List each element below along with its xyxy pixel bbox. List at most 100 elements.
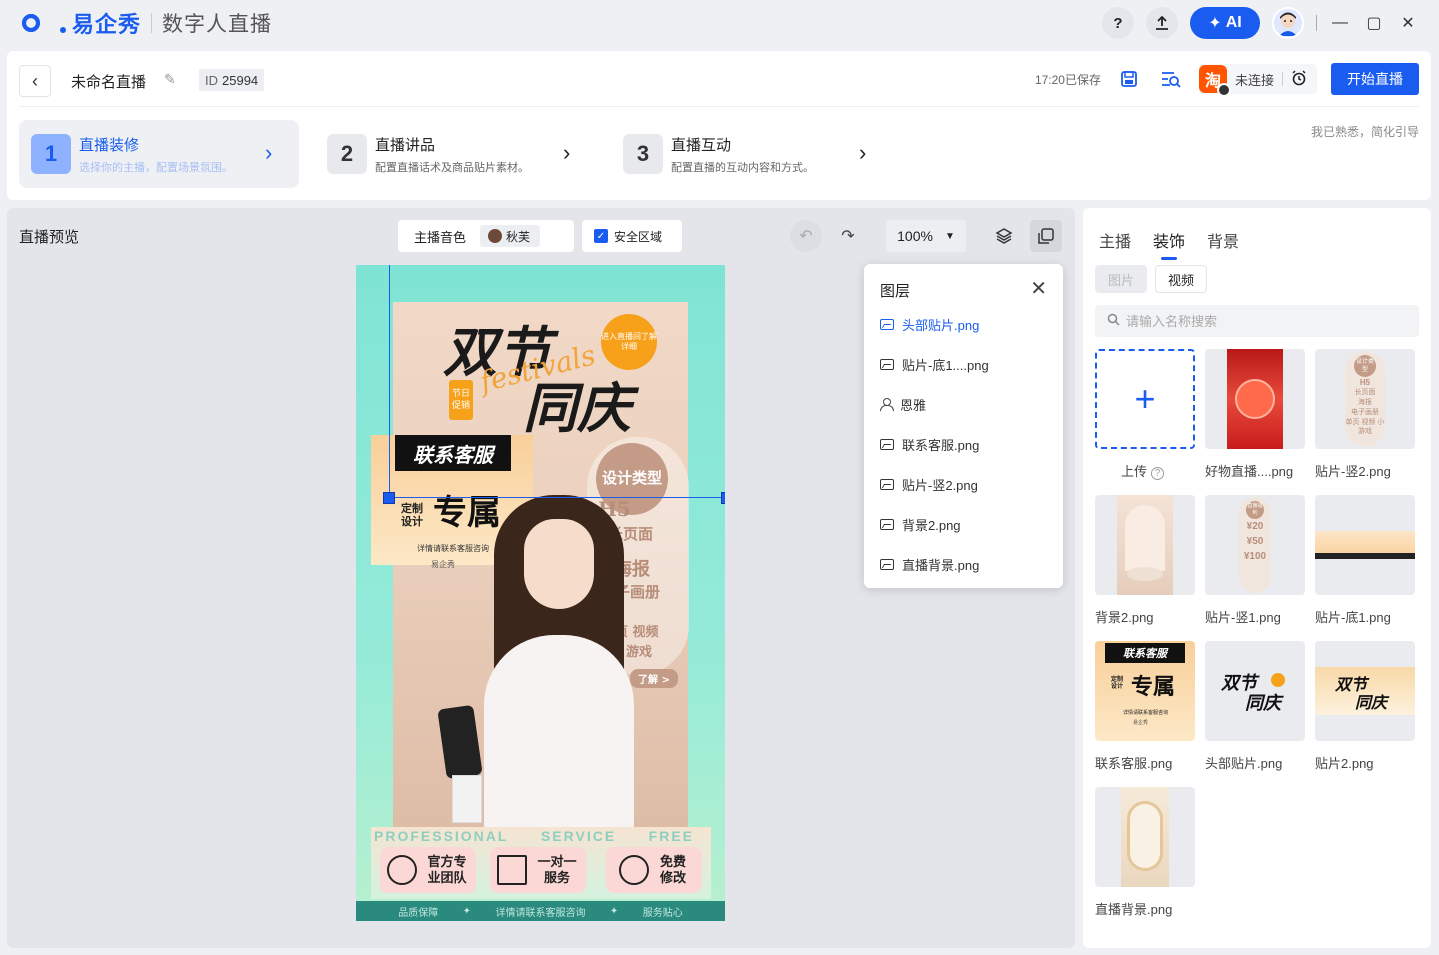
asset-item[interactable]: 设计类型 H5 长页面 海报 电子画册 单页 视频 小游戏 贴片-竖2.png [1315, 349, 1415, 480]
asset-thumbnail [1315, 495, 1415, 595]
chevron-right-icon: › [265, 140, 273, 165]
layer-item[interactable]: 背景2.png [880, 514, 961, 534]
phone-stand-prop [452, 775, 482, 823]
service-brand: 易企秀 [431, 560, 455, 569]
window-controls-divider [1316, 15, 1317, 31]
connection-divider [1282, 72, 1283, 86]
layer-item[interactable]: 联系客服.png [880, 434, 979, 454]
asset-item[interactable]: 直播背景.png [1095, 787, 1195, 918]
layer-name: 头部贴片.png [902, 317, 980, 333]
resize-handle[interactable] [383, 492, 395, 504]
app-title: 数字人直播 [162, 13, 273, 36]
back-button[interactable]: ‹ [19, 65, 51, 97]
header-row: ‹ 未命名直播 ✎ ID 25994 17:20已保存 淘 未连接 开始直播 [19, 61, 1419, 107]
ai-button[interactable]: ✦ AI [1190, 7, 1260, 39]
top-panel: ‹ 未命名直播 ✎ ID 25994 17:20已保存 淘 未连接 开始直播 1… [7, 51, 1431, 200]
asset-item[interactable]: 直播福利 ¥20 ¥50 ¥100 贴片-竖1.png [1205, 495, 1305, 626]
layer-item[interactable]: 直播背景.png [880, 554, 979, 574]
upload-icon[interactable] [1146, 7, 1178, 39]
step-products[interactable]: 2 直播讲品 配置直播话术及商品贴片素材。 › [327, 120, 607, 188]
start-live-button[interactable]: 开始直播 [1331, 63, 1419, 95]
layer-item[interactable]: 贴片-底1....png [880, 354, 989, 374]
perk-card: 官方专业团队 [380, 847, 476, 893]
simplify-guide-link[interactable]: 我已熟悉，简化引导 [1311, 123, 1419, 140]
chevron-right-icon: › [859, 140, 867, 165]
save-icon[interactable] [1115, 65, 1143, 93]
thumb-text: 长页面 [1354, 389, 1376, 397]
tab-images[interactable]: 图片 [1095, 265, 1147, 293]
taobao-connection[interactable]: 淘 未连接 [1198, 64, 1317, 97]
minimize-icon[interactable]: — [1329, 14, 1351, 32]
asset-item[interactable]: 双节 同庆 头部贴片.png [1205, 641, 1305, 772]
image-icon [880, 558, 894, 570]
tab-videos[interactable]: 视频 [1155, 265, 1207, 293]
custom-design-text: 定制设计 [401, 503, 423, 529]
layers-stack-icon[interactable] [988, 220, 1020, 252]
upload-tile[interactable]: + 上传 ? [1095, 349, 1195, 480]
logo-text: 易企秀 [72, 12, 142, 37]
footer-item: 详情请联系客服咨询 [495, 907, 586, 919]
maximize-icon[interactable]: ▢ [1363, 13, 1385, 33]
alarm-clock-icon[interactable] [1291, 69, 1307, 89]
asset-label: 贴片2.png [1315, 756, 1374, 771]
digital-host-avatar[interactable] [484, 495, 634, 845]
resize-handle[interactable] [721, 492, 725, 504]
selection-box[interactable] [389, 265, 725, 498]
layer-item[interactable]: 贴片-竖2.png [880, 474, 978, 494]
image-icon [880, 358, 894, 370]
asset-label: 贴片-竖1.png [1205, 610, 1281, 625]
search-preview-icon[interactable] [1157, 65, 1185, 93]
tab-background[interactable]: 背景 [1207, 228, 1239, 252]
zoom-select[interactable]: 100% ▼ [886, 220, 966, 252]
help-button[interactable]: ? [1102, 7, 1134, 39]
step-description: 选择你的主播，配置场景氛围。 [79, 161, 233, 174]
search-input[interactable] [1126, 313, 1386, 329]
id-label: ID [205, 72, 218, 88]
redo-icon[interactable]: ↷ [832, 220, 864, 252]
step-decoration[interactable]: 1 直播装修 选择你的主播，配置场景氛围。 › [19, 120, 299, 188]
step-interaction[interactable]: 3 直播互动 配置直播的互动内容和方式。 › [623, 120, 903, 188]
asset-item[interactable]: 双节 同庆 贴片2.png [1315, 641, 1415, 772]
voice-selector[interactable]: 主播音色 秋芙 [398, 220, 574, 252]
layers-panel-icon[interactable] [1030, 220, 1062, 252]
layer-name: 恩雅 [900, 397, 927, 413]
safe-area-toggle[interactable]: ✓ 安全区域 [582, 220, 682, 252]
layer-name: 贴片-底1....png [902, 357, 989, 373]
tab-decoration[interactable]: 装饰 [1153, 228, 1185, 260]
image-icon [880, 478, 894, 490]
asset-item[interactable]: 联系客服 定制设计 专属 详情请联系客服咨询 易企秀 联系客服.png [1095, 641, 1195, 772]
asset-thumbnail: 双节 同庆 [1315, 641, 1415, 741]
service-note: 详情请联系客服咨询 [417, 544, 489, 553]
edit-icon[interactable]: ✎ [164, 71, 176, 88]
step-description: 配置直播的互动内容和方式。 [671, 161, 814, 174]
layer-item[interactable]: 头部贴片.png [880, 314, 979, 334]
avatar[interactable] [1272, 7, 1304, 39]
asset-thumbnail: 直播福利 ¥20 ¥50 ¥100 [1205, 495, 1305, 595]
banner-word: FREE [648, 828, 694, 844]
asset-label: 好物直播....png [1205, 464, 1294, 479]
footer-item: 服务贴心 [642, 907, 683, 919]
asset-item[interactable]: 背景2.png [1095, 495, 1195, 626]
id-badge: ID 25994 [199, 69, 265, 91]
layer-name: 直播背景.png [902, 557, 980, 573]
close-icon[interactable]: ✕ [1397, 13, 1419, 33]
checkbox-checked-icon[interactable]: ✓ [594, 229, 608, 243]
undo-icon[interactable]: ↶ [790, 220, 822, 252]
upload-label: 上传 ? [1095, 461, 1195, 480]
title-bar: 易企秀 数字人直播 ? ✦ AI — ▢ ✕ [0, 0, 1439, 46]
perk-label: 官方专业团队 [427, 854, 467, 885]
plus-icon[interactable]: + [1095, 349, 1195, 449]
layer-item[interactable]: 恩雅 [880, 394, 926, 414]
app-logo: 易企秀 [22, 7, 141, 39]
help-icon[interactable]: ? [1150, 467, 1165, 480]
asset-label: 联系客服.png [1095, 756, 1173, 771]
banner-words: PROFESSIONAL SERVICE FREE [374, 828, 694, 844]
voice-chip[interactable]: 秋芙 [480, 225, 541, 247]
asset-item[interactable]: 贴片-底1.png [1315, 495, 1415, 626]
search-box [1095, 305, 1419, 337]
tab-host[interactable]: 主播 [1099, 228, 1131, 252]
close-icon[interactable]: ✕ [1030, 276, 1047, 301]
live-canvas[interactable]: 双节 festivals 同庆 进入直播间了解详细 节日促销 设计类型 H5 长… [356, 265, 725, 921]
host-body [484, 635, 634, 835]
asset-item[interactable]: 好物直播....png [1205, 349, 1305, 480]
